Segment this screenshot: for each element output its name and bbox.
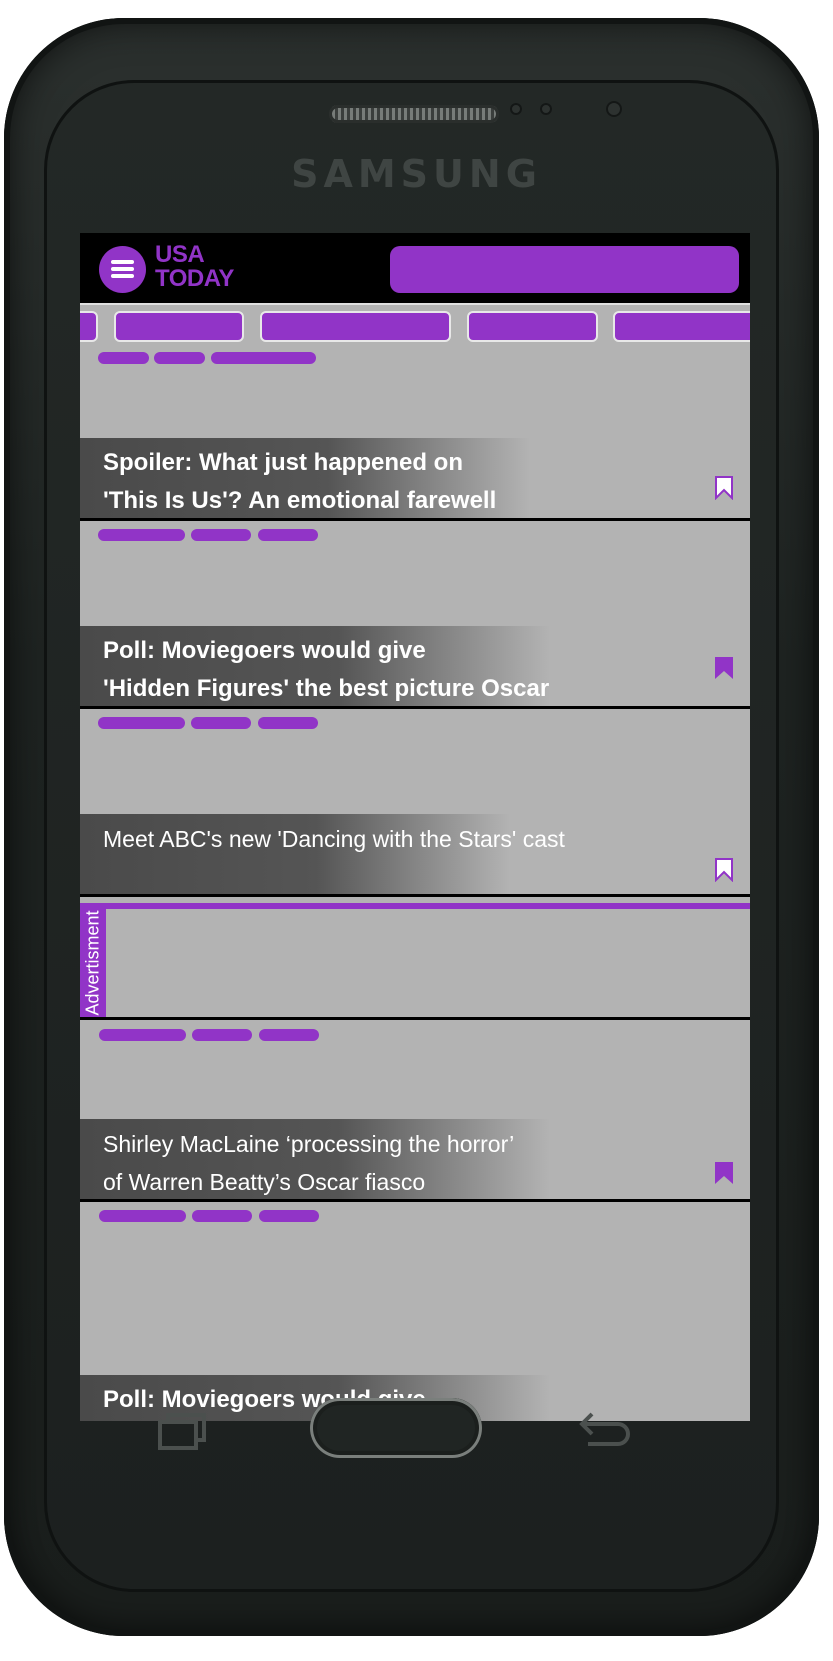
bookmark-icon[interactable] [714, 656, 734, 680]
article-tag [98, 529, 185, 541]
article-tag [98, 352, 149, 364]
article-card[interactable]: Spoiler: What just happened on 'This Is … [80, 345, 750, 521]
app-logo[interactable]: USA TODAY [155, 243, 234, 291]
article-tag [258, 529, 318, 541]
article-card[interactable]: Poll: Moviegoers would give [80, 1202, 750, 1421]
tab-section[interactable] [467, 311, 598, 342]
article-caption: Shirley MacLaine ‘processing the horror’… [80, 1119, 550, 1199]
search-input[interactable] [390, 246, 739, 293]
light-sensor [540, 103, 552, 115]
article-tag [154, 352, 205, 364]
recent-apps-icon[interactable] [158, 1410, 208, 1454]
article-card[interactable]: Meet ABC's new 'Dancing with the Stars' … [80, 709, 750, 897]
article-tag [259, 1029, 319, 1041]
article-headline: of Warren Beatty’s Oscar fiasco [103, 1169, 426, 1195]
article-caption: Spoiler: What just happened on 'This Is … [80, 438, 530, 518]
article-headline: Poll: Moviegoers would give [103, 637, 426, 664]
hamburger-menu-icon[interactable] [99, 246, 146, 293]
article-tag [211, 352, 316, 364]
front-camera [606, 101, 622, 117]
article-tag [192, 1210, 252, 1222]
article-headline: Meet ABC's new 'Dancing with the Stars' … [103, 826, 565, 852]
tab-section[interactable] [80, 311, 98, 342]
bookmark-icon[interactable] [714, 1161, 734, 1185]
advertisement-slot[interactable]: Advertisment [80, 903, 750, 1020]
article-card[interactable]: Shirley MacLaine ‘processing the horror’… [80, 1020, 750, 1202]
article-tag [191, 717, 251, 729]
article-tag [259, 1210, 319, 1222]
logo-line-1: USA [155, 241, 205, 268]
article-caption: Poll: Moviegoers would give 'Hidden Figu… [80, 626, 550, 706]
earpiece-speaker [329, 105, 499, 123]
device-brand: SAMSUNG [291, 152, 542, 196]
app-screen: USA TODAY Spoiler: What just happened on… [80, 233, 750, 1421]
article-tag [99, 1210, 186, 1222]
article-headline: Shirley MacLaine ‘processing the horror’ [103, 1131, 515, 1157]
bookmark-icon[interactable] [714, 858, 734, 882]
tab-section[interactable] [613, 311, 750, 342]
section-tabs [80, 303, 750, 347]
tab-section[interactable] [114, 311, 244, 342]
ad-label-text: Advertisment [82, 910, 103, 1016]
article-caption: Meet ABC's new 'Dancing with the Stars' … [80, 814, 565, 894]
logo-line-2: TODAY [155, 265, 234, 292]
article-headline: Spoiler: What just happened on [103, 449, 463, 476]
article-headline: 'This Is Us'? An emotional farewell [103, 487, 497, 514]
article-headline: 'Hidden Figures' the best picture Oscar [103, 675, 550, 702]
article-tag [191, 529, 251, 541]
ad-label: Advertisment [80, 909, 106, 1017]
article-card[interactable]: Poll: Moviegoers would give 'Hidden Figu… [80, 521, 750, 709]
article-tag [98, 717, 185, 729]
proximity-sensor [510, 103, 522, 115]
bookmark-icon[interactable] [714, 476, 734, 500]
article-tag [99, 1029, 186, 1041]
article-tag [192, 1029, 252, 1041]
back-icon[interactable] [578, 1410, 632, 1454]
article-tag [258, 717, 318, 729]
app-header: USA TODAY [80, 233, 750, 303]
home-button[interactable] [310, 1398, 482, 1458]
tab-section[interactable] [260, 311, 451, 342]
